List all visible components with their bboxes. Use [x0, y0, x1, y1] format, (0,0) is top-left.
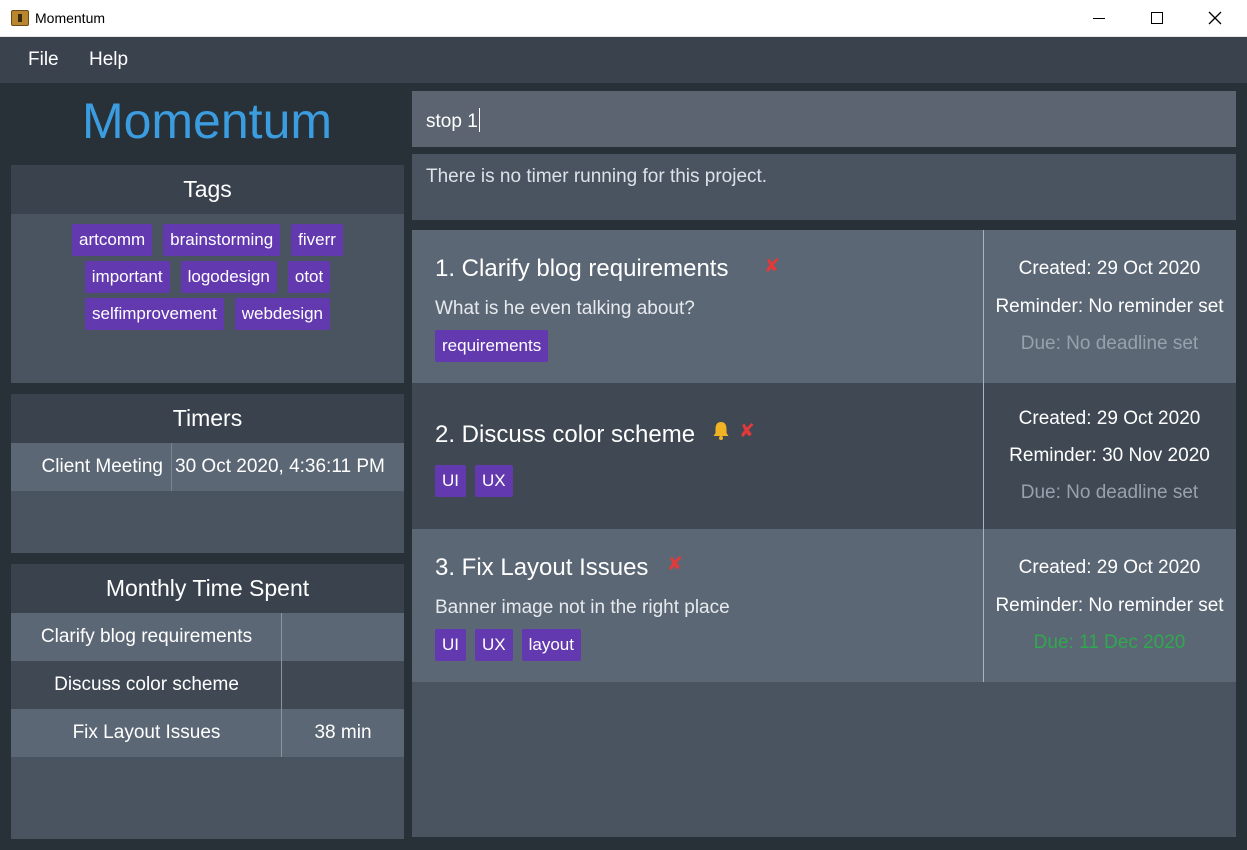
due-date: Due: No deadline set [1020, 333, 1199, 354]
text-caret [478, 108, 480, 132]
project-description: Banner image not in the right place [435, 597, 730, 618]
monthly-panel-title: Monthly Time Spent [11, 564, 404, 613]
window-title: Momentum [35, 10, 106, 26]
tag-chip[interactable]: layout [521, 629, 581, 661]
table-row[interactable]: Fix Layout Issues 38 min [11, 709, 404, 757]
tag-chip[interactable]: brainstorming [163, 224, 281, 256]
minimize-button[interactable] [1070, 0, 1128, 36]
tag-chip[interactable]: UI [435, 629, 466, 661]
cross-icon: ✘ [764, 255, 780, 277]
window-titlebar: Momentum [0, 0, 1247, 37]
cross-icon: ✘ [667, 553, 683, 575]
tag-row: important logodesign otot [27, 261, 388, 293]
timers-panel-title: Timers [11, 394, 404, 443]
project-card[interactable]: 2. Discuss color scheme ✘ UI UX Created:… [412, 383, 1236, 529]
tag-chip[interactable]: UX [475, 629, 513, 661]
project-tags: UI UX [435, 465, 513, 497]
project-title: 3. Fix Layout Issues [435, 554, 649, 581]
tag-chip[interactable]: webdesign [234, 298, 330, 330]
reminder-date: Reminder: 30 Nov 2020 [1009, 445, 1210, 466]
created-date: Created: 29 Oct 2020 [1018, 408, 1201, 429]
reminder-date: Reminder: No reminder set [995, 595, 1224, 616]
created-date: Created: 29 Oct 2020 [1018, 557, 1201, 578]
tag-chip[interactable]: logodesign [180, 261, 277, 293]
tag-chip[interactable]: fiverr [291, 224, 343, 256]
result-message: There is no timer running for this proje… [426, 166, 768, 187]
tags-panel: artcomm brainstorming fiverr important l… [11, 214, 404, 383]
tag-row: selfimprovement webdesign [27, 298, 388, 330]
tag-chip[interactable]: artcomm [72, 224, 153, 256]
app-icon [11, 10, 29, 26]
project-card[interactable]: 1. Clarify blog requirements ✘ What is h… [412, 230, 1236, 383]
tag-chip[interactable]: important [84, 261, 170, 293]
table-row[interactable]: Clarify blog requirements [11, 613, 404, 661]
menu-help[interactable]: Help [89, 49, 128, 71]
timer-start-time: 30 Oct 2020, 4:36:11 PM [175, 456, 385, 477]
reminder-date: Reminder: No reminder set [995, 296, 1224, 317]
tag-chip[interactable]: selfimprovement [85, 298, 224, 330]
timer-row[interactable]: Client Meeting 30 Oct 2020, 4:36:11 PM [11, 443, 404, 491]
monthly-time-value: 38 min [314, 722, 372, 743]
tag-chip[interactable]: UX [475, 465, 513, 497]
created-date: Created: 29 Oct 2020 [1018, 258, 1201, 279]
due-date: Due: No deadline set [1020, 482, 1199, 503]
result-display: There is no timer running for this proje… [412, 154, 1236, 220]
monthly-project-name: Discuss color scheme [54, 674, 239, 695]
tag-chip[interactable]: UI [435, 465, 466, 497]
command-input[interactable]: stop 1 [412, 91, 1236, 147]
column-divider [171, 443, 172, 491]
project-tags: requirements [435, 330, 549, 362]
monthly-project-name: Fix Layout Issues [72, 722, 221, 743]
maximize-button[interactable] [1128, 0, 1186, 36]
tag-row: artcomm brainstorming fiverr [27, 224, 388, 256]
menu-bar: File Help [0, 37, 1247, 83]
project-tags: UI UX layout [435, 629, 581, 661]
monthly-time-panel: Clarify blog requirements Discuss color … [11, 613, 404, 839]
monthly-project-name: Clarify blog requirements [40, 626, 253, 647]
project-card[interactable]: 3. Fix Layout Issues ✘ Banner image not … [412, 529, 1236, 682]
project-title: 2. Discuss color scheme [435, 421, 696, 448]
monthly-time-value [282, 613, 404, 661]
bell-icon [713, 422, 729, 440]
project-description: What is he even talking about? [435, 298, 695, 319]
due-date: Due: 11 Dec 2020 [1033, 632, 1186, 653]
table-row[interactable]: Discuss color scheme [11, 661, 404, 709]
maximize-icon [1151, 12, 1163, 24]
cross-icon: ✘ [739, 420, 755, 442]
app-brand-title: Momentum [10, 86, 404, 156]
minimize-icon [1093, 17, 1105, 19]
timers-panel: Client Meeting 30 Oct 2020, 4:36:11 PM [11, 443, 404, 553]
tag-chip[interactable]: otot [287, 261, 331, 293]
timer-project-name: Client Meeting [41, 456, 163, 477]
close-button[interactable] [1186, 0, 1244, 36]
tags-panel-title: Tags [11, 165, 404, 214]
project-list[interactable]: 1. Clarify blog requirements ✘ What is h… [412, 230, 1236, 837]
close-icon [1208, 11, 1222, 25]
column-divider [281, 613, 282, 757]
monthly-time-value [282, 661, 404, 709]
tag-chip[interactable]: requirements [435, 330, 549, 362]
menu-file[interactable]: File [28, 49, 59, 71]
command-input-value: stop 1 [426, 111, 478, 132]
project-title: 1. Clarify blog requirements [435, 255, 729, 282]
